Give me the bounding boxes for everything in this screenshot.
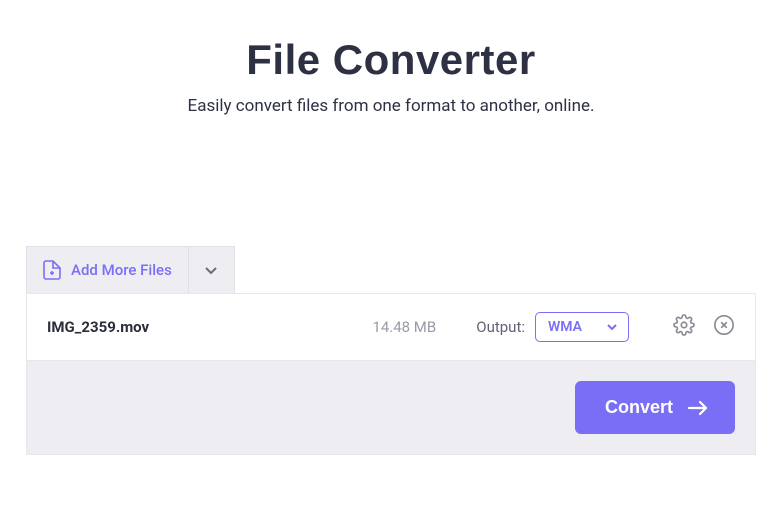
output-label: Output: bbox=[476, 318, 525, 336]
file-name: IMG_2359.mov bbox=[47, 318, 372, 336]
file-row: IMG_2359.mov 14.48 MB Output: WMA bbox=[26, 293, 756, 361]
convert-label: Convert bbox=[605, 397, 673, 418]
settings-button[interactable] bbox=[673, 314, 695, 340]
gear-icon bbox=[673, 314, 695, 340]
format-value: WMA bbox=[548, 319, 582, 335]
chevron-down-icon bbox=[606, 321, 618, 333]
chevron-down-icon bbox=[203, 262, 219, 278]
output-format-select[interactable]: WMA bbox=[535, 312, 629, 342]
add-more-label: Add More Files bbox=[71, 261, 172, 279]
toolbar: Add More Files bbox=[26, 246, 756, 293]
convert-button[interactable]: Convert bbox=[575, 381, 735, 434]
remove-file-button[interactable] bbox=[713, 314, 735, 340]
file-size: 14.48 MB bbox=[372, 318, 436, 336]
converter-panel: Add More Files IMG_2359.mov 14.48 MB Out… bbox=[26, 246, 756, 455]
close-circle-icon bbox=[713, 314, 735, 340]
page-subtitle: Easily convert files from one format to … bbox=[0, 96, 782, 116]
panel-footer: Convert bbox=[26, 361, 756, 455]
add-more-dropdown-button[interactable] bbox=[189, 246, 235, 293]
file-plus-icon bbox=[43, 260, 61, 280]
add-more-files-button[interactable]: Add More Files bbox=[26, 246, 189, 293]
arrow-right-icon bbox=[687, 399, 709, 417]
page-title: File Converter bbox=[0, 36, 782, 84]
